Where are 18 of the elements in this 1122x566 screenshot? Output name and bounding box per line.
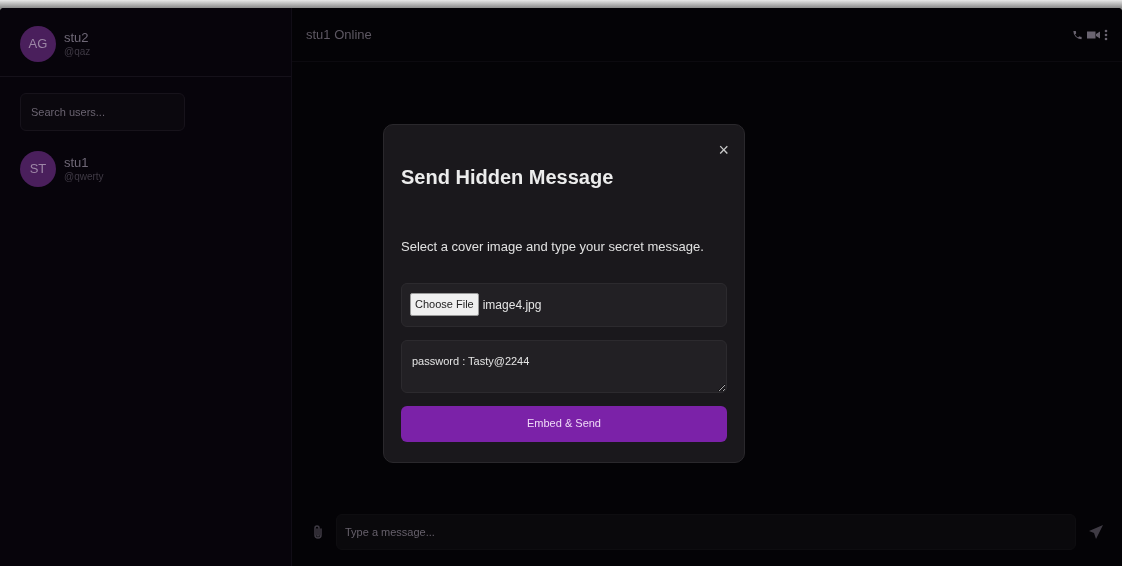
send-icon[interactable] [1088,524,1104,540]
phone-icon[interactable] [1072,28,1083,41]
message-input[interactable]: Type a message... [336,514,1076,550]
search-field[interactable]: Search users... [20,93,185,131]
embed-send-button[interactable]: Embed & Send [401,405,727,442]
contact-name: stu1 [64,156,90,171]
paperclip-icon[interactable] [312,524,324,540]
chat-title: stu1 Online [306,25,372,44]
contact-avatar: ST [20,151,56,187]
more-options-icon[interactable] [1104,28,1108,41]
modal-title: Send Hidden Message [401,165,615,189]
video-camera-icon[interactable] [1087,29,1100,40]
secret-message-field[interactable]: password : Tasty@2244 [401,339,727,393]
user-avatar: AG [20,26,56,62]
instruction-text: Select a cover image and type your secret message. [401,238,705,256]
close-button[interactable]: × [716,139,731,161]
file-input[interactable]: Choose File image4.jpg [401,282,727,327]
user-name: stu2 [64,31,90,46]
